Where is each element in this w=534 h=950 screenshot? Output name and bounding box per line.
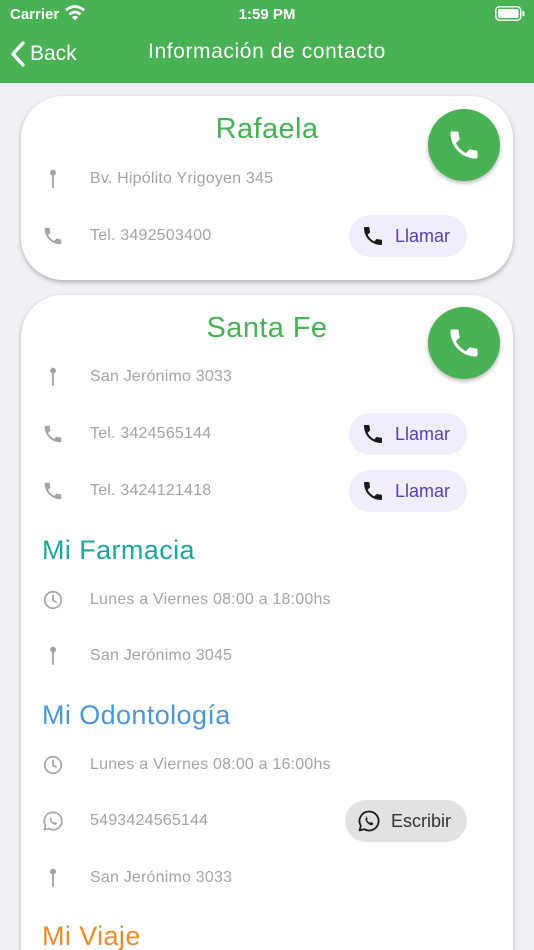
call-button-label: Llamar <box>395 480 451 501</box>
santa-fe-call-button-1[interactable]: Llamar <box>349 413 467 455</box>
santa-fe-call-button-2[interactable]: Llamar <box>349 470 467 512</box>
farmacia-title: Mi Farmacia <box>42 535 195 565</box>
phone-icon <box>41 422 65 446</box>
location-pin-icon <box>41 365 65 389</box>
phone-icon <box>360 478 386 504</box>
rafaela-address: Bv. Hipólito Yrigoyen 345 <box>90 170 274 187</box>
santa-fe-phone-row-2: Tel. 3424121418 Llamar <box>21 470 513 512</box>
page-title: Información de contacto <box>148 40 386 63</box>
santa-fe-phone-row-1: Tel. 3424565144 Llamar <box>21 413 513 455</box>
odontologia-hours: Lunes a Viernes 08:00 a 16:00hs <box>90 756 331 773</box>
call-button-label: Llamar <box>395 423 451 444</box>
santa-fe-address-row: San Jerónimo 3033 <box>21 362 513 392</box>
odontologia-address-row: San Jerónimo 3033 <box>21 863 513 893</box>
santa-fe-phone-2: Tel. 3424121418 <box>90 482 212 499</box>
farmacia-address: San Jerónimo 3045 <box>90 647 233 664</box>
rafaela-address-row: Bv. Hipólito Yrigoyen 345 <box>21 164 513 194</box>
viaje-title: Mi Viaje <box>42 921 141 950</box>
phone-icon <box>41 224 65 248</box>
odontologia-address: San Jerónimo 3033 <box>90 869 233 886</box>
rafaela-phone: Tel. 3492503400 <box>90 227 212 244</box>
santa-fe-address: San Jerónimo 3033 <box>90 368 233 385</box>
location-pin-icon <box>41 644 65 668</box>
clock-icon <box>41 753 65 777</box>
rafaela-call-button[interactable]: Llamar <box>349 215 467 257</box>
rafaela-phone-row: Tel. 3492503400 Llamar <box>21 215 513 257</box>
phone-icon <box>41 479 65 503</box>
odontologia-title: Mi Odontología <box>42 700 231 730</box>
clock-time: 1:59 PM <box>238 6 296 23</box>
odontologia-whatsapp: 5493424565144 <box>90 812 209 829</box>
odontologia-hours-row: Lunes a Viernes 08:00 a 16:00hs <box>21 750 513 780</box>
phone-icon <box>446 325 482 361</box>
farmacia-address-row: San Jerónimo 3045 <box>21 641 513 671</box>
santa-fe-phone-1: Tel. 3424565144 <box>90 425 212 442</box>
whatsapp-icon <box>356 808 382 834</box>
location-pin-icon <box>41 167 65 191</box>
odontologia-write-button[interactable]: Escribir <box>345 800 467 842</box>
santa-fe-contact-card: Santa Fe San Jerónimo 3033 Tel. 34245651… <box>21 295 513 950</box>
odontologia-whatsapp-row: 5493424565144 Escribir <box>21 800 513 842</box>
whatsapp-icon <box>41 809 65 833</box>
battery-icon <box>495 6 525 26</box>
status-bar: Carrier 1:59 PM <box>0 0 534 30</box>
navigation-header: Carrier 1:59 PM Back Información de cont… <box>0 0 534 83</box>
call-button-label: Llamar <box>395 225 451 246</box>
write-button-label: Escribir <box>391 810 452 831</box>
phone-icon <box>446 127 482 163</box>
location-pin-icon <box>41 866 65 890</box>
rafaela-contact-card: Rafaela Bv. Hipólito Yrigoyen 345 Tel. 3… <box>21 96 513 280</box>
farmacia-hours-row: Lunes a Viernes 08:00 a 18:00hs <box>21 585 513 615</box>
farmacia-hours: Lunes a Viernes 08:00 a 18:00hs <box>90 591 331 608</box>
phone-icon <box>360 421 386 447</box>
phone-icon <box>360 223 386 249</box>
clock-icon <box>41 588 65 612</box>
